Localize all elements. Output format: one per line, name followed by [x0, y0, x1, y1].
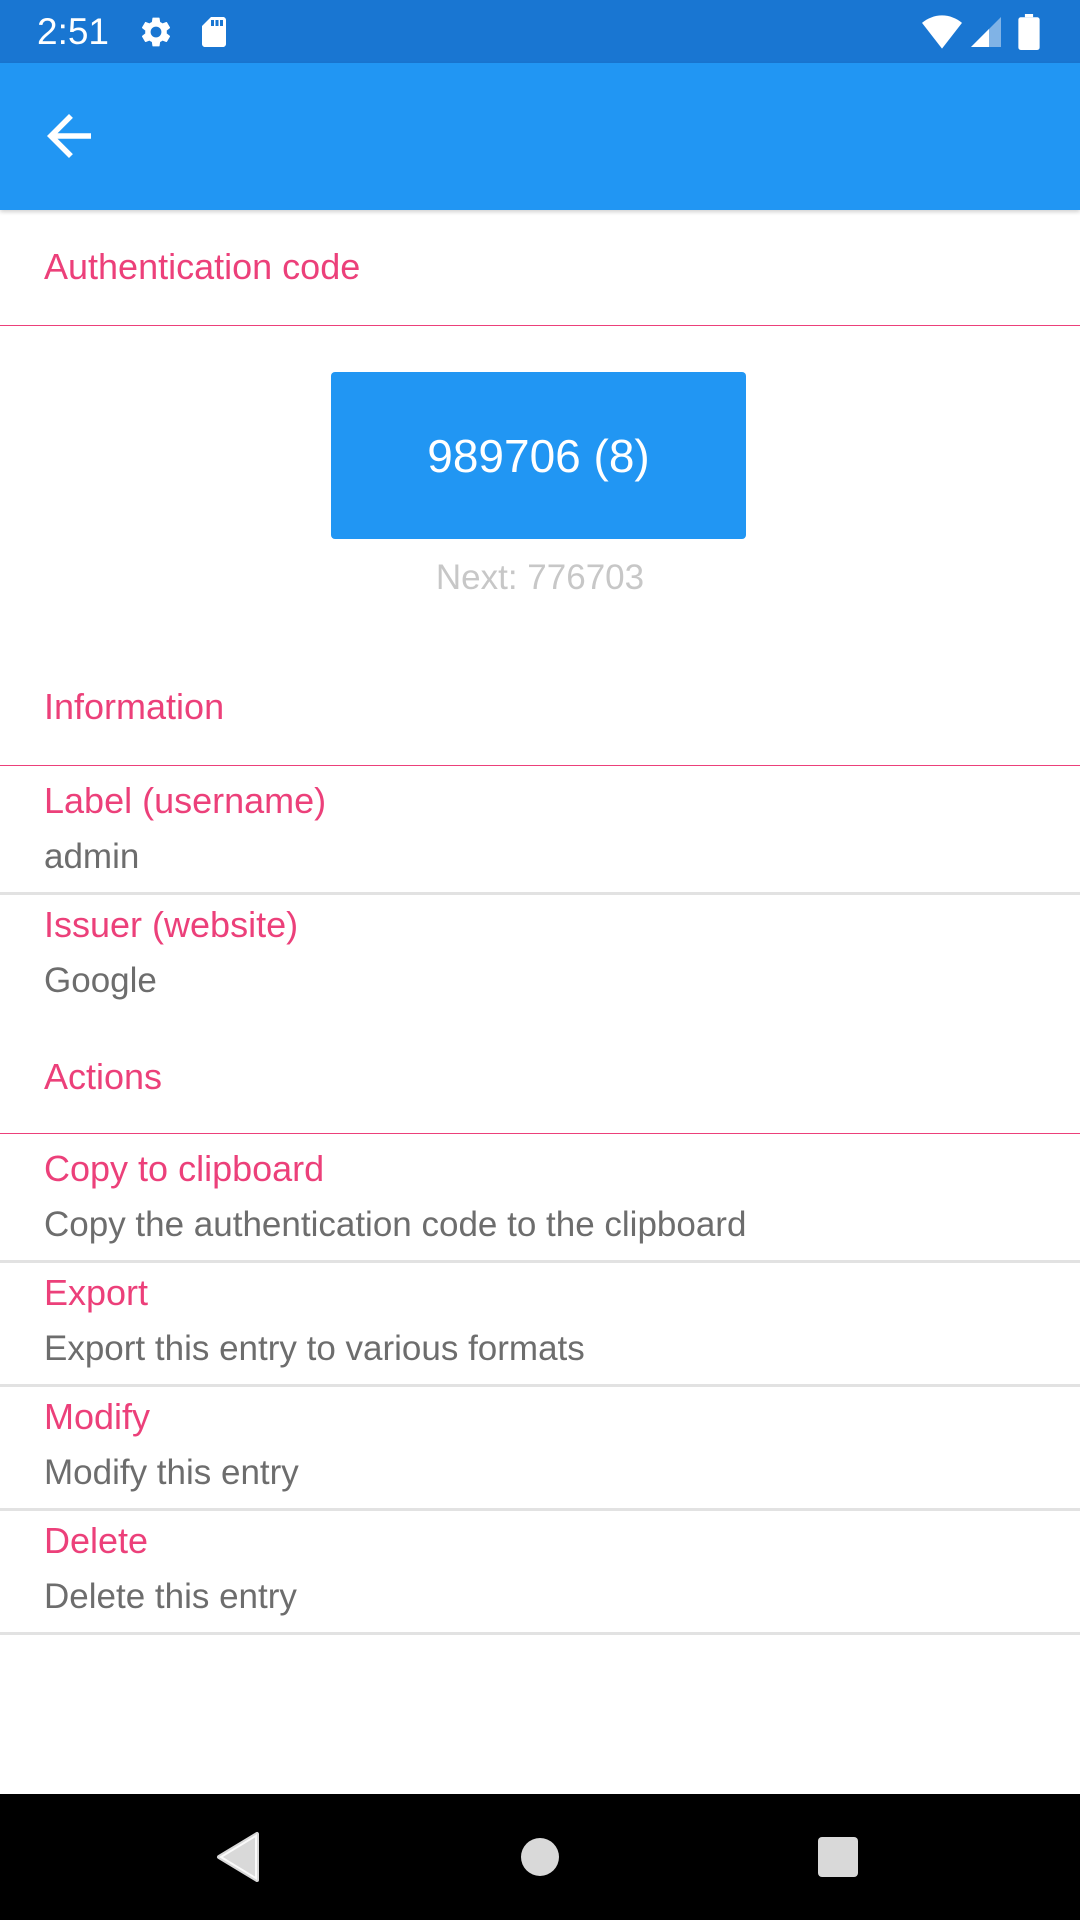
- next-code-label: Next: 776703: [435, 558, 645, 597]
- export-row[interactable]: Export Export this entry to various form…: [0, 1260, 1080, 1387]
- wifi-icon: [922, 14, 962, 50]
- nav-back-button[interactable]: [205, 1824, 271, 1890]
- information-header: Information: [0, 650, 1080, 766]
- app-bar: [0, 63, 1080, 210]
- row-title: Issuer (website): [44, 904, 299, 945]
- authentication-code-button[interactable]: 989706 (8): [331, 372, 746, 539]
- status-bar: 2:51: [0, 0, 1080, 63]
- row-value: admin: [44, 837, 140, 876]
- row-subtitle: Modify this entry: [44, 1453, 299, 1492]
- row-subtitle: Export this entry to various formats: [44, 1329, 585, 1368]
- navigation-bar: [0, 1794, 1080, 1920]
- cellular-signal-icon: [968, 14, 1004, 50]
- nav-back-icon: [217, 1832, 259, 1882]
- status-time: 2:51: [37, 11, 110, 52]
- arrow-back-icon: [47, 114, 91, 158]
- nav-home-icon: [521, 1838, 559, 1876]
- section-title: Information: [44, 686, 225, 727]
- row-title: Label (username): [44, 780, 327, 821]
- issuer-website-row: Issuer (website) Google: [0, 892, 1080, 1016]
- delete-row[interactable]: Delete Delete this entry: [0, 1508, 1080, 1635]
- actions-header: Actions: [0, 1018, 1080, 1134]
- authentication-code-header: Authentication code: [0, 210, 1080, 326]
- screen: 2:51 Authentication code 989706 (8) Next…: [0, 0, 1080, 1920]
- row-title: Modify: [44, 1396, 151, 1437]
- row-subtitle: Delete this entry: [44, 1577, 297, 1616]
- modify-row[interactable]: Modify Modify this entry: [0, 1384, 1080, 1511]
- row-title: Copy to clipboard: [44, 1148, 325, 1189]
- section-title: Authentication code: [44, 246, 361, 287]
- copy-to-clipboard-row[interactable]: Copy to clipboard Copy the authenticatio…: [0, 1136, 1080, 1263]
- row-title: Delete: [44, 1520, 149, 1561]
- label-username-row: Label (username) admin: [0, 768, 1080, 895]
- nav-recents-button[interactable]: [805, 1824, 871, 1890]
- row-subtitle: Copy the authentication code to the clip…: [44, 1205, 747, 1244]
- battery-icon: [1016, 14, 1046, 50]
- settings-icon: [138, 14, 174, 50]
- nav-home-button[interactable]: [507, 1824, 573, 1890]
- section-title: Actions: [44, 1056, 163, 1097]
- back-button[interactable]: [36, 103, 102, 169]
- row-value: Google: [44, 961, 157, 1000]
- sd-card-icon: [196, 14, 232, 50]
- nav-recents-icon: [818, 1837, 858, 1877]
- row-title: Export: [44, 1272, 149, 1313]
